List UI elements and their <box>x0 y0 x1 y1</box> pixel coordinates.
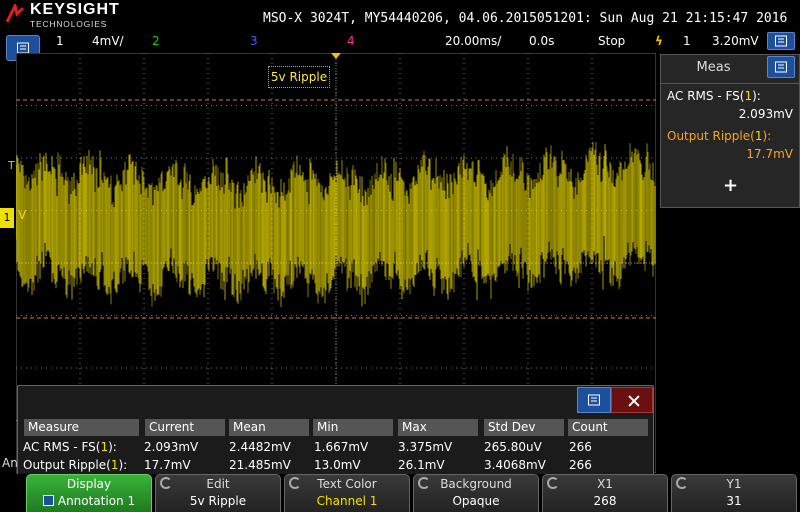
header: KEYSIGHT TECHNOLOGIES MSO-X 3024T, MY544… <box>0 0 800 32</box>
delay[interactable]: 0.0s <box>529 34 554 48</box>
cell-mean: 2.4482mV <box>229 440 291 454</box>
trigger-marker: T <box>8 159 15 172</box>
ch3-number[interactable]: 3 <box>250 34 258 48</box>
ch1-scale[interactable]: 4mV/ <box>92 34 124 48</box>
softkey-x1-value: 268 <box>593 494 617 508</box>
col-header-count: Count <box>568 419 648 436</box>
add-measurement-button[interactable]: + <box>723 175 738 196</box>
instrument-info: MSO-X 3024T, MY54440206, 04.06.201505120… <box>263 11 788 26</box>
softkey-y1-label: Y1 <box>726 477 742 491</box>
col-header-current: Current <box>145 419 225 436</box>
softkey-text-color-label: Text Color <box>317 477 377 491</box>
close-icon[interactable] <box>611 387 653 413</box>
softkey-display-value: Annotation 1 <box>27 494 151 508</box>
annotation-cut-label: An <box>2 456 18 470</box>
softkey-y1-value: 31 <box>726 494 742 508</box>
measurement-statistics: Measure Current Mean Min Max Std Dev Cou… <box>17 385 654 478</box>
softkey-background[interactable]: Background Opaque <box>413 474 539 512</box>
trigger-level[interactable]: 3.20mV <box>712 34 759 48</box>
softkey-text-color-value: Channel 1 <box>316 494 378 508</box>
checkbox-icon <box>42 495 54 506</box>
meas-menu-button[interactable] <box>767 56 795 78</box>
cell-std-dev: 265.80uV <box>484 440 542 454</box>
softkey-background-value: Opaque <box>452 494 500 508</box>
annotation-label[interactable]: 5v Ripple <box>268 66 330 88</box>
menu-icon <box>588 394 600 406</box>
softkey-edit-label: Edit <box>206 477 230 491</box>
softkey-bar: Display Annotation 1 Edit 5v Ripple Text… <box>0 474 800 512</box>
status-menu-button[interactable] <box>767 32 795 50</box>
cell-count: 266 <box>569 458 592 472</box>
measure-prefix: Output Ripple( <box>23 458 111 472</box>
run-state[interactable]: Stop <box>598 34 625 48</box>
cell-mean: 21.485mV <box>229 458 291 472</box>
meas-item-value: 17.7mV <box>746 147 793 161</box>
ch1-unit: V <box>18 208 27 222</box>
brand-sub: TECHNOLOGIES <box>30 19 108 29</box>
ch1-ground-marker[interactable]: 1 <box>0 208 14 228</box>
meas-panel-title: Meas <box>696 60 731 75</box>
col-header-mean: Mean <box>229 419 309 436</box>
cell-std-dev: 3.4068mV <box>484 458 546 472</box>
meas-label-suffix: ): <box>752 89 761 103</box>
cell-min: 1.667mV <box>314 440 369 454</box>
meas-label-suffix: ): <box>762 129 772 143</box>
stats-menu-button[interactable] <box>577 387 611 413</box>
col-header-max: Max <box>398 419 478 436</box>
softkey-edit[interactable]: Edit 5v Ripple <box>155 474 281 512</box>
cell-count: 266 <box>569 440 592 454</box>
cell-current: 17.7mV <box>144 458 191 472</box>
measure-prefix: AC RMS - FS( <box>23 440 101 454</box>
meas-panel-divider <box>661 83 800 84</box>
cell-max: 3.375mV <box>398 440 453 454</box>
ch4-number[interactable]: 4 <box>347 34 355 48</box>
trigger-channel[interactable]: 1 <box>683 34 691 48</box>
cell-current: 2.093mV <box>144 440 199 454</box>
col-header-measure: Measure <box>24 419 139 436</box>
softkey-x1[interactable]: X1 268 <box>542 474 668 512</box>
keysight-logo: KEYSIGHT TECHNOLOGIES <box>2 1 132 31</box>
menu-icon <box>17 42 29 54</box>
meas-label-prefix: Output Ripple( <box>667 129 755 143</box>
meas-label-prefix: AC RMS - FS( <box>667 89 745 103</box>
meas-label-channel: 1 <box>744 89 753 103</box>
softkey-edit-value: 5v Ripple <box>189 494 247 508</box>
softkey-display[interactable]: Display Annotation 1 <box>26 474 152 512</box>
table-row-measure: Output Ripple(1): <box>23 458 127 472</box>
timebase[interactable]: 20.00ms/ <box>445 34 501 48</box>
cell-min: 13.0mV <box>314 458 361 472</box>
status-bar: 1 4mV/ 2 3 4 20.00ms/ 0.0s Stop ϟ 1 3.20… <box>0 32 800 52</box>
meas-item-label[interactable]: AC RMS - FS(1): <box>667 89 761 103</box>
measure-suffix: ): <box>108 440 117 454</box>
meas-item-value: 2.093mV <box>738 107 793 121</box>
measure-channel: 1 <box>100 440 109 454</box>
measure-suffix: ): <box>118 458 128 472</box>
brand-name: KEYSIGHT <box>30 1 120 18</box>
softkey-display-value-text: Annotation 1 <box>57 494 136 508</box>
table-row-measure: AC RMS - FS(1): <box>23 440 117 454</box>
softkey-y1[interactable]: Y1 31 <box>671 474 797 512</box>
keysight-logo-icon <box>5 4 25 23</box>
ch1-number[interactable]: 1 <box>56 34 64 48</box>
col-header-std-dev: Std Dev <box>484 419 564 436</box>
menu-icon <box>775 61 787 73</box>
softkey-text-color[interactable]: Text Color Channel 1 <box>284 474 410 512</box>
softkey-x1-label: X1 <box>597 477 613 491</box>
col-header-min: Min <box>313 419 393 436</box>
softkey-background-label: Background <box>440 477 512 491</box>
cell-max: 26.1mV <box>398 458 445 472</box>
menu-icon <box>775 35 787 47</box>
trigger-edge-icon: ϟ <box>655 34 663 48</box>
meas-item-label[interactable]: Output Ripple(1): <box>667 129 771 143</box>
softkey-display-label: Display <box>66 477 112 491</box>
ch2-number[interactable]: 2 <box>152 34 160 48</box>
